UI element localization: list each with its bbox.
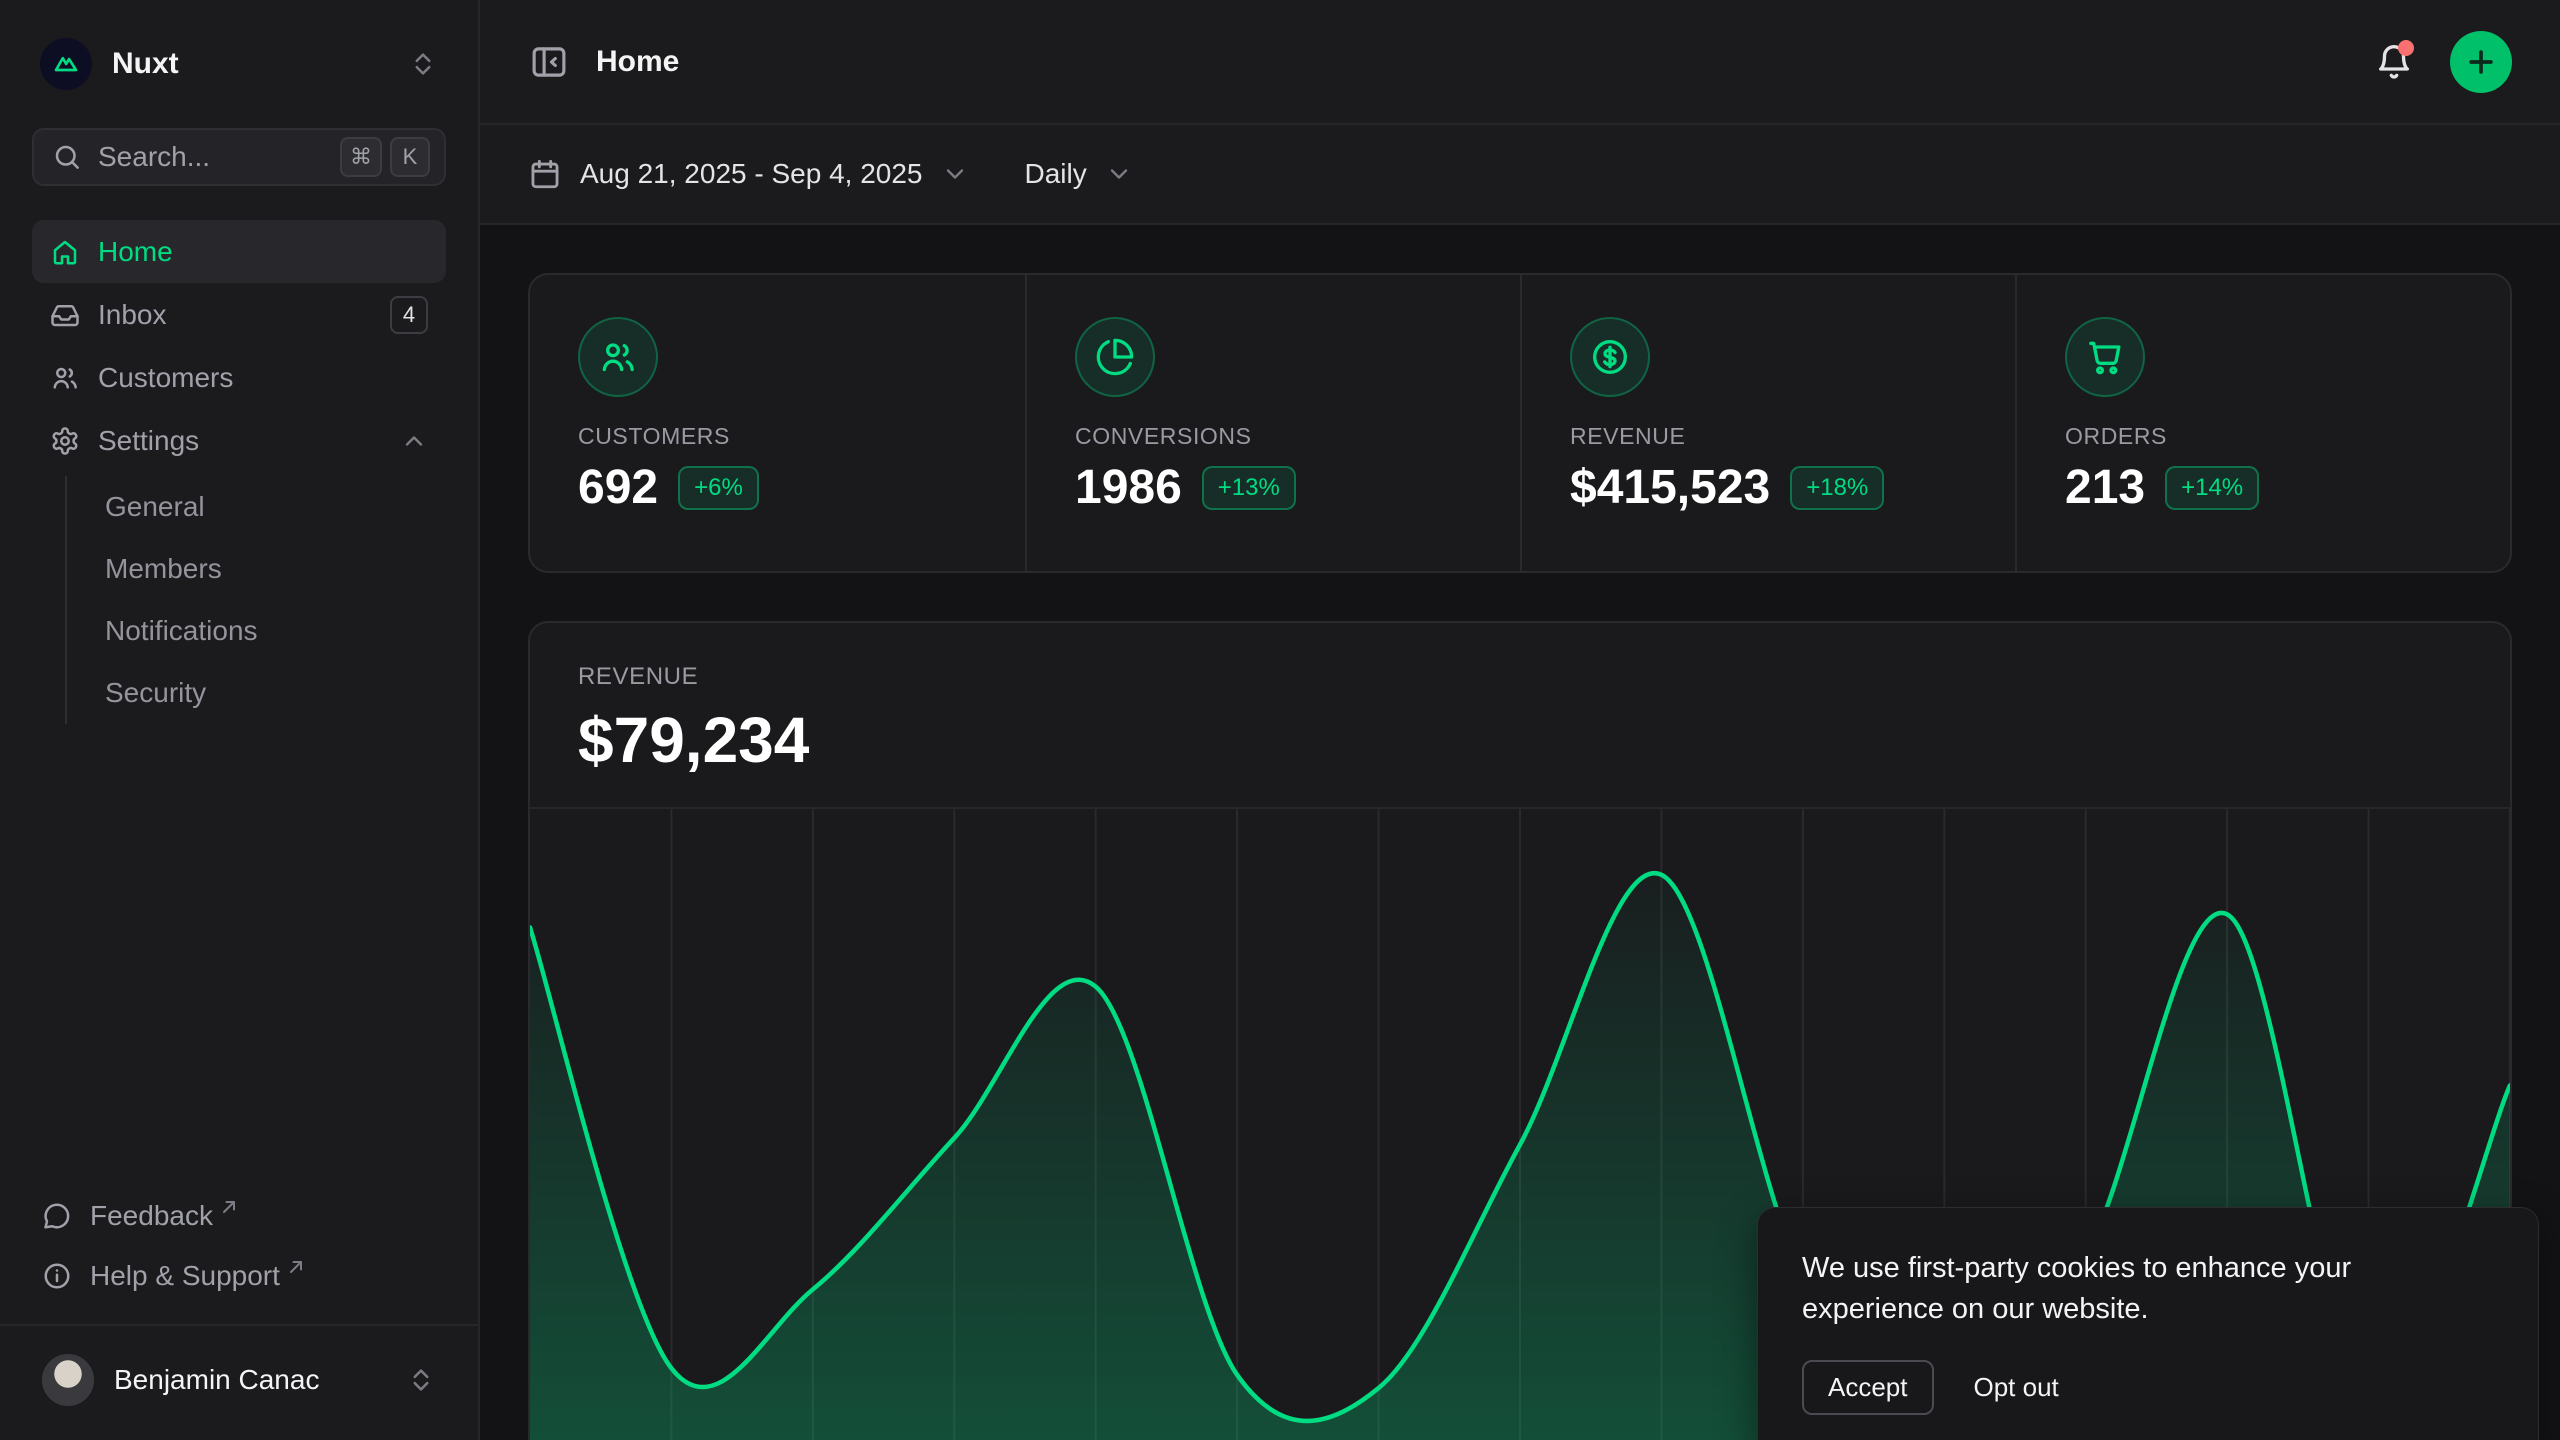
main-panel: Home Aug 21, 2025 - Sep 4, 2025 xyxy=(480,0,2560,1440)
search-input-wrapper[interactable]: ⌘ K xyxy=(32,128,446,186)
search-icon xyxy=(52,142,82,172)
stat-label: ORDERS xyxy=(2065,423,2462,450)
cookie-banner: We use first-party cookies to enhance yo… xyxy=(1757,1207,2539,1440)
inbox-icon xyxy=(50,300,80,330)
stat-card-revenue[interactable]: REVENUE $415,523 +18% xyxy=(1520,275,2015,571)
revenue-chart-value: $79,234 xyxy=(578,703,2462,777)
stat-delta-badge: +13% xyxy=(1202,466,1296,510)
chevron-down-icon xyxy=(1105,160,1133,188)
chevrons-up-down-icon xyxy=(406,1365,436,1395)
stats-row: CUSTOMERS 692 +6% CONVERSIONS 1986 +13% xyxy=(528,273,2512,573)
sidebar-item-home[interactable]: Home xyxy=(32,220,446,283)
stat-value: 213 xyxy=(2065,460,2145,515)
stat-delta-badge: +18% xyxy=(1790,466,1884,510)
settings-sub-list: General Members Notifications Security xyxy=(65,476,446,724)
brand-name: Nuxt xyxy=(112,47,408,81)
sidebar-item-feedback[interactable]: Feedback xyxy=(32,1186,446,1246)
sidebar-item-label: Inbox xyxy=(98,299,390,331)
stat-label: REVENUE xyxy=(1570,423,1967,450)
inbox-count-badge: 4 xyxy=(390,296,428,334)
shopping-cart-icon xyxy=(2065,317,2145,397)
sidebar-item-customers[interactable]: Customers xyxy=(32,346,446,409)
date-range-value: Aug 21, 2025 - Sep 4, 2025 xyxy=(580,158,923,190)
kbd-command: ⌘ xyxy=(340,137,382,177)
granularity-select[interactable]: Daily xyxy=(1025,158,1133,190)
foot-item-label: Help & Support xyxy=(90,1260,280,1292)
pie-chart-icon xyxy=(1075,317,1155,397)
stat-delta-badge: +6% xyxy=(678,466,759,510)
app-window: Nuxt ⌘ K Home Inb xyxy=(0,0,2560,1440)
sidebar: Nuxt ⌘ K Home Inb xyxy=(0,0,480,1440)
stat-card-conversions[interactable]: CONVERSIONS 1986 +13% xyxy=(1025,275,1520,571)
dollar-circle-icon xyxy=(1570,317,1650,397)
filters-toolbar: Aug 21, 2025 - Sep 4, 2025 Daily xyxy=(480,125,2560,225)
gear-icon xyxy=(50,426,80,456)
nuxt-logo-icon xyxy=(40,38,92,90)
sub-item-label: Security xyxy=(105,677,206,709)
home-icon xyxy=(50,237,80,267)
plus-icon xyxy=(2464,45,2498,79)
sidebar-item-general[interactable]: General xyxy=(105,476,446,538)
stat-value: 692 xyxy=(578,460,658,515)
sidebar-item-label: Settings xyxy=(98,425,400,457)
chevrons-up-down-icon[interactable] xyxy=(408,49,438,79)
sidebar-divider xyxy=(0,1324,478,1326)
sub-item-label: General xyxy=(105,491,205,523)
notification-dot xyxy=(2398,40,2414,56)
opt-out-button[interactable]: Opt out xyxy=(1974,1362,2059,1413)
external-link-icon xyxy=(286,1257,306,1277)
sidebar-item-label: Customers xyxy=(98,362,428,394)
stat-value: 1986 xyxy=(1075,460,1182,515)
stat-value: $415,523 xyxy=(1570,460,1770,515)
page-header: Home xyxy=(480,0,2560,125)
info-circle-icon xyxy=(42,1261,72,1291)
calendar-icon xyxy=(528,157,562,191)
sidebar-nav: Home Inbox 4 Customers Settings xyxy=(32,220,446,728)
collapse-sidebar-icon[interactable] xyxy=(528,41,570,83)
sub-item-label: Members xyxy=(105,553,222,585)
chevron-down-icon xyxy=(941,160,969,188)
revenue-chart-label: REVENUE xyxy=(578,663,2462,691)
sub-item-label: Notifications xyxy=(105,615,258,647)
user-menu[interactable]: Benjamin Canac xyxy=(32,1344,446,1416)
foot-item-label: Feedback xyxy=(90,1200,213,1232)
stat-label: CUSTOMERS xyxy=(578,423,977,450)
workspace-switcher[interactable]: Nuxt xyxy=(32,22,446,106)
sidebar-item-help-support[interactable]: Help & Support xyxy=(32,1246,446,1306)
message-circle-icon xyxy=(42,1201,72,1231)
external-link-icon xyxy=(219,1197,239,1217)
users-icon xyxy=(50,363,80,393)
cookie-message: We use first-party cookies to enhance yo… xyxy=(1802,1248,2494,1330)
stat-card-orders[interactable]: ORDERS 213 +14% xyxy=(2015,275,2510,571)
dashboard-content: CUSTOMERS 692 +6% CONVERSIONS 1986 +13% xyxy=(480,225,2560,1440)
stat-card-customers[interactable]: CUSTOMERS 692 +6% xyxy=(530,275,1025,571)
search-input[interactable] xyxy=(98,141,332,173)
date-range-picker[interactable]: Aug 21, 2025 - Sep 4, 2025 xyxy=(528,157,969,191)
user-avatar xyxy=(42,1354,94,1406)
accept-cookies-button[interactable]: Accept xyxy=(1802,1360,1934,1415)
stat-delta-badge: +14% xyxy=(2165,466,2259,510)
granularity-value: Daily xyxy=(1025,158,1087,190)
stat-label: CONVERSIONS xyxy=(1075,423,1472,450)
kbd-k: K xyxy=(390,137,430,177)
page-title: Home xyxy=(596,45,2366,79)
user-name: Benjamin Canac xyxy=(114,1364,406,1396)
sidebar-item-settings[interactable]: Settings xyxy=(32,409,446,472)
users-icon xyxy=(578,317,658,397)
sidebar-item-members[interactable]: Members xyxy=(105,538,446,600)
add-button[interactable] xyxy=(2450,31,2512,93)
sidebar-item-notifications[interactable]: Notifications xyxy=(105,600,446,662)
sidebar-item-label: Home xyxy=(98,236,428,268)
notifications-button[interactable] xyxy=(2366,34,2422,90)
sidebar-item-security[interactable]: Security xyxy=(105,662,446,724)
sidebar-item-inbox[interactable]: Inbox 4 xyxy=(32,283,446,346)
chevron-up-icon xyxy=(400,427,428,455)
